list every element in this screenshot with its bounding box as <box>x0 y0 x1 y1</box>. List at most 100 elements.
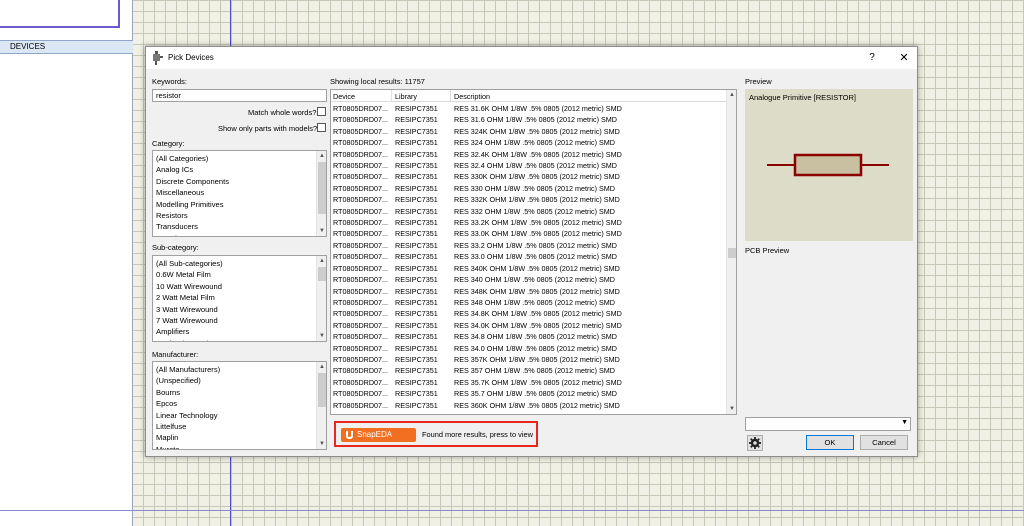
list-item[interactable]: (All Manufacturers) <box>156 364 326 375</box>
table-row[interactable]: RT0805DRD07... RESIPC7351 RES 31.6 OHM 1/8… <box>331 114 726 125</box>
list-item[interactable]: Miscellaneous <box>156 187 326 198</box>
close-button[interactable]: ✕ <box>894 50 914 66</box>
table-row[interactable]: RT0805DRD07... RESIPC7351 RES 340K OHM 1/8… <box>331 263 726 274</box>
table-row[interactable]: RT0805DRD07... RESIPC7351 RES 357 OHM 1/8W… <box>331 365 726 376</box>
library-cell: RESIPC7351 <box>395 286 438 296</box>
settings-button[interactable] <box>747 435 763 451</box>
ok-button[interactable]: OK <box>806 435 854 450</box>
list-item[interactable]: Resistors <box>156 210 326 221</box>
results-scrollbar[interactable]: ▲ ▼ <box>726 90 736 414</box>
column-divider[interactable] <box>391 90 392 102</box>
table-row[interactable]: RT0805DRD07... RESIPC7351 RES 34.8 OHM 1/8… <box>331 331 726 342</box>
device-cell: RT0805DRD07... <box>333 332 388 342</box>
list-item[interactable]: Murata <box>156 444 326 449</box>
table-row[interactable]: RT0805DRD07... RESIPC7351 RES 330K OHM 1/8… <box>331 171 726 182</box>
scroll-down-icon[interactable]: ▼ <box>317 439 326 449</box>
list-item[interactable]: Littelfuse <box>156 421 326 432</box>
list-item[interactable]: (All Sub-categories) <box>156 258 326 269</box>
table-row[interactable]: RT0805DRD07... RESIPC7351 RES 33.0K OHM 1/… <box>331 228 726 239</box>
table-row[interactable]: RT0805DRD07... RESIPC7351 RES 31.6K OHM 1/… <box>331 103 726 114</box>
scroll-down-icon[interactable]: ▼ <box>727 404 736 414</box>
manufacturer-list[interactable]: (All Manufacturers) (Unspecified) Bourns Ep… <box>152 361 327 450</box>
table-row[interactable]: RT0805DRD07... RESIPC7351 RES 33.0 OHM 1/8… <box>331 251 726 262</box>
models-only-label: Show only parts with models? <box>218 124 318 133</box>
category-label: Category: <box>152 139 185 148</box>
table-row[interactable]: RT0805DRD07... RESIPC7351 RES 330 OHM 1/8W… <box>331 183 726 194</box>
library-cell: RESIPC7351 <box>395 240 438 250</box>
scroll-thumb[interactable] <box>318 162 326 214</box>
keywords-input[interactable]: resistor <box>152 89 327 102</box>
list-item[interactable]: 3 Watt Wirewound <box>156 304 326 315</box>
overview-window[interactable] <box>0 0 120 28</box>
footprint-select[interactable]: ▼ <box>745 417 911 431</box>
list-item[interactable]: Linear Technology <box>156 410 326 421</box>
list-item[interactable]: 0.6W Metal Film <box>156 269 326 280</box>
table-row[interactable]: RT0805DRD07... RESIPC7351 RES 32.4 OHM 1/8… <box>331 160 726 171</box>
table-row[interactable]: RT0805DRD07... RESIPC7351 RES 348K OHM 1/8… <box>331 286 726 297</box>
subcategory-scrollbar[interactable]: ▲ ▼ <box>316 256 326 341</box>
snapeda-button[interactable]: SnapEDA <box>341 428 416 442</box>
category-list[interactable]: (All Categories) Analog ICs Discrete Compo… <box>152 150 327 237</box>
list-item[interactable]: Modelling Primitives <box>156 199 326 210</box>
help-button[interactable]: ? <box>862 50 882 66</box>
description-cell: RES 31.6K OHM 1/8W .5% 0805 (2012 metric… <box>454 104 622 113</box>
list-item[interactable]: Amplifiers <box>156 326 326 337</box>
match-whole-words-checkbox[interactable] <box>317 107 326 116</box>
device-cell: RT0805DRD07... <box>333 366 388 376</box>
scroll-up-icon[interactable]: ▲ <box>727 90 736 100</box>
cancel-button[interactable]: Cancel <box>860 435 908 450</box>
manufacturer-scrollbar[interactable]: ▲ ▼ <box>316 362 326 449</box>
table-row[interactable]: RT0805DRD07... RESIPC7351 RES 34.0 OHM 1/8… <box>331 343 726 354</box>
list-item[interactable]: Maplin <box>156 432 326 443</box>
table-row[interactable]: RT0805DRD07... RESIPC7351 RES 357K OHM 1/8… <box>331 354 726 365</box>
scroll-up-icon[interactable]: ▲ <box>317 151 326 161</box>
scroll-thumb[interactable] <box>728 248 736 258</box>
dialog-titlebar[interactable]: Pick Devices ? ✕ <box>146 47 917 69</box>
table-row[interactable]: RT0805DRD07... RESIPC7351 RES 340 OHM 1/8W… <box>331 274 726 285</box>
table-row[interactable]: RT0805DRD07... RESIPC7351 RES 32.4K OHM 1/… <box>331 149 726 160</box>
column-header-library[interactable]: Library <box>395 92 417 101</box>
table-row[interactable]: RT0805DRD07... RESIPC7351 RES 33.2 OHM 1/8… <box>331 240 726 251</box>
list-item[interactable]: Bourns <box>156 387 326 398</box>
table-row[interactable]: RT0805DRD07... RESIPC7351 RES 35.7K OHM 1/… <box>331 377 726 388</box>
table-row[interactable]: RT0805DRD07... RESIPC7351 RES 35.7 OHM 1/8… <box>331 388 726 399</box>
list-item[interactable]: (Unspecified) <box>156 375 326 386</box>
scroll-up-icon[interactable]: ▲ <box>317 362 326 372</box>
table-row[interactable]: RT0805DRD07... RESIPC7351 RES 34.0K OHM 1/… <box>331 320 726 331</box>
list-item[interactable]: Transducers <box>156 221 326 232</box>
table-row[interactable]: RT0805DRD07... RESIPC7351 RES 332K OHM 1/8… <box>331 194 726 205</box>
column-header-device[interactable]: Device <box>333 92 355 101</box>
list-item[interactable]: Analog ICs <box>156 164 326 175</box>
devices-panel-header[interactable]: DEVICES <box>0 40 133 54</box>
list-item[interactable]: Epcos <box>156 398 326 409</box>
table-row[interactable]: RT0805DRD07... RESIPC7351 RES 34.8K OHM 1/… <box>331 308 726 319</box>
library-cell: RESIPC7351 <box>395 149 438 159</box>
list-item[interactable]: 7 Watt Wirewound <box>156 315 326 326</box>
table-row[interactable]: RT0805DRD07... RESIPC7351 RES 360K OHM 1/8… <box>331 400 726 411</box>
scroll-down-icon[interactable]: ▼ <box>317 331 326 341</box>
scroll-thumb[interactable] <box>318 267 326 281</box>
scroll-down-icon[interactable]: ▼ <box>317 226 326 236</box>
list-item[interactable]: Discrete Components <box>156 176 326 187</box>
scroll-thumb[interactable] <box>318 373 326 407</box>
table-row[interactable]: RT0805DRD07... RESIPC7351 RES 348 OHM 1/8W… <box>331 297 726 308</box>
column-divider[interactable] <box>450 90 451 102</box>
models-only-checkbox[interactable] <box>317 123 326 132</box>
list-item[interactable]: 10 Watt Wirewound <box>156 281 326 292</box>
subcategory-list[interactable]: (All Sub-categories) 0.6W Metal Film 10 Wa… <box>152 255 327 342</box>
column-header-description[interactable]: Description <box>454 92 490 101</box>
manufacturer-label: Manufacturer: <box>152 350 199 359</box>
description-cell: RES 340 OHM 1/8W .5% 0805 (2012 metric) … <box>454 275 615 285</box>
snapeda-message[interactable]: Found more results, press to view <box>422 430 533 439</box>
list-item[interactable]: Transistors <box>156 233 326 236</box>
list-item[interactable]: 2 Watt Metal Film <box>156 292 326 303</box>
table-row[interactable]: RT0805DRD07... RESIPC7351 RES 332 OHM 1/8W… <box>331 206 726 217</box>
list-item[interactable]: (All Categories) <box>156 153 326 164</box>
scroll-up-icon[interactable]: ▲ <box>317 256 326 266</box>
table-row[interactable]: RT0805DRD07... RESIPC7351 RES 324K OHM 1/8… <box>331 126 726 137</box>
category-scrollbar[interactable]: ▲ ▼ <box>316 151 326 236</box>
list-item[interactable]: Analog (SPICE) <box>156 338 326 341</box>
table-row[interactable]: RT0805DRD07... RESIPC7351 RES 324 OHM 1/8W… <box>331 137 726 148</box>
description-cell: RES 35.7 OHM 1/8W .5% 0805 (2012 metric)… <box>454 389 617 399</box>
table-row[interactable]: RT0805DRD07... RESIPC7351 RES 33.2K OHM 1/… <box>331 217 726 228</box>
